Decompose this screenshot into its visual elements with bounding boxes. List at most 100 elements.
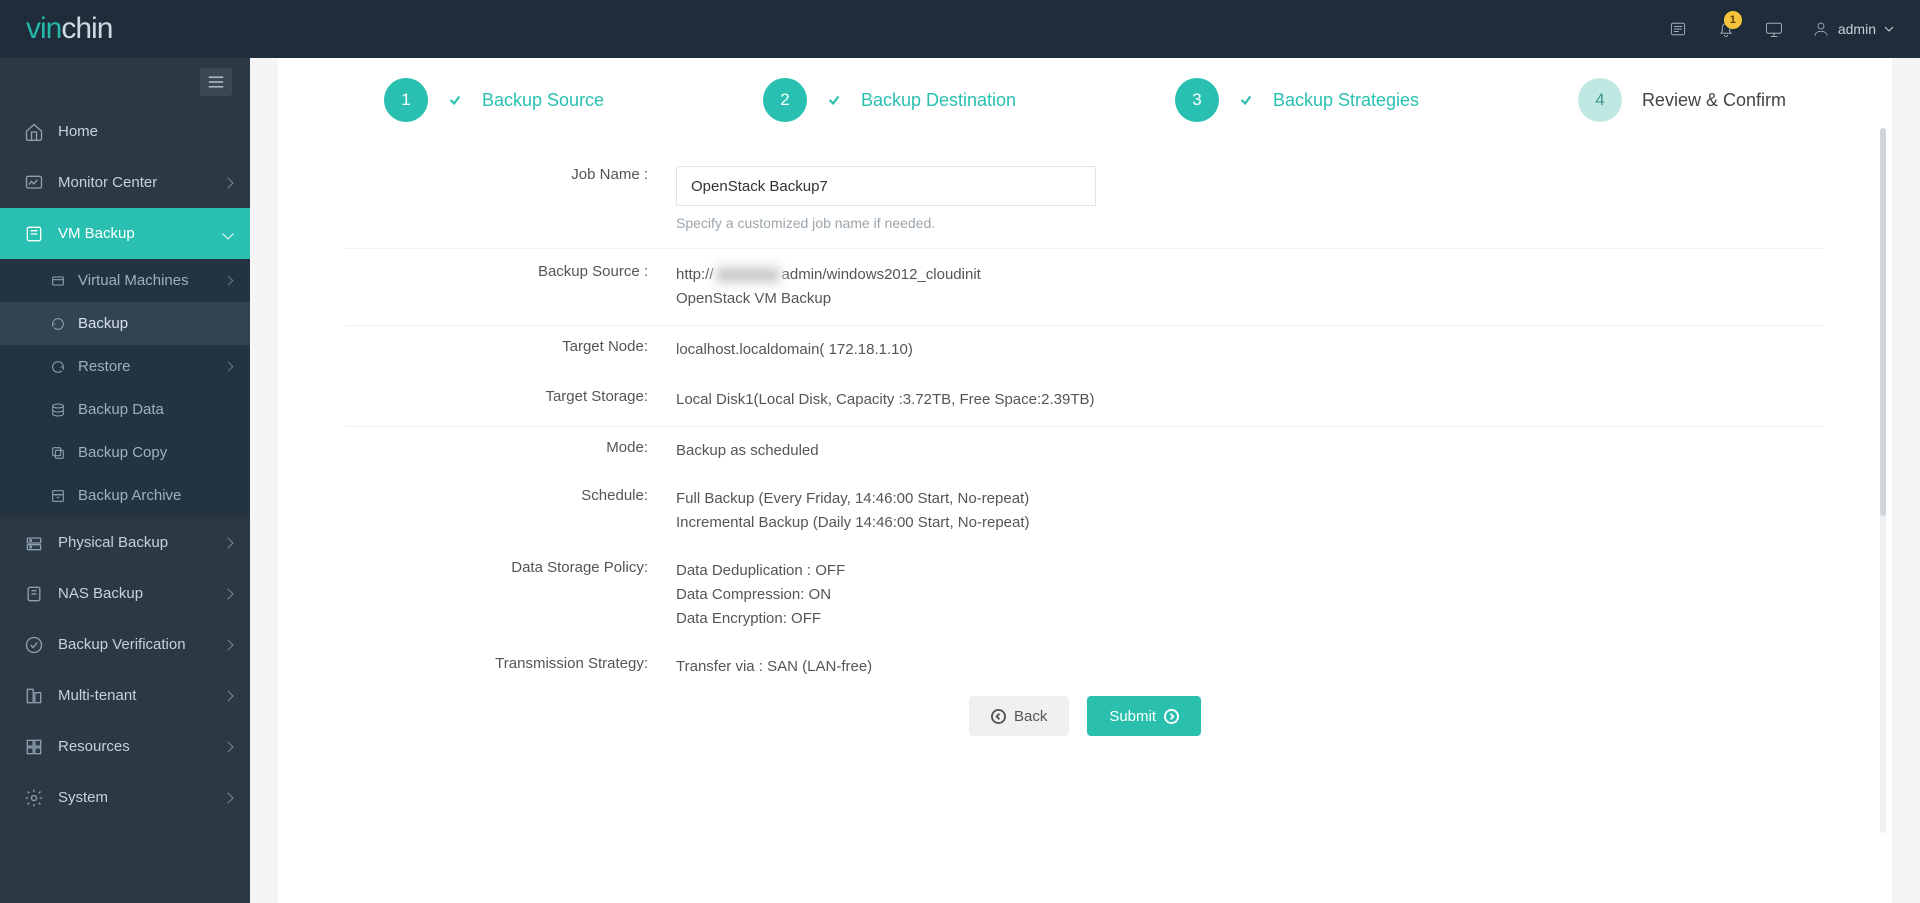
notification-badge: 1	[1724, 11, 1742, 29]
nav-vm-backup[interactable]: VM Backup	[0, 208, 250, 259]
chevron-right-icon	[224, 276, 234, 286]
bs-prefix: http://	[676, 266, 714, 283]
check-icon	[827, 93, 841, 107]
step-3[interactable]: 3 Backup Strategies	[1175, 78, 1419, 122]
job-name-label: Job Name :	[346, 166, 676, 234]
dsp-label: Data Storage Policy:	[346, 559, 676, 631]
nav-backup-verification[interactable]: Backup Verification	[0, 619, 250, 670]
nav-system-label: System	[58, 789, 108, 806]
chevron-right-icon	[222, 690, 233, 701]
dsp-line3: Data Encryption: OFF	[676, 607, 1824, 631]
nav-monitor-center[interactable]: Monitor Center	[0, 157, 250, 208]
target-node-value: localhost.localdomain( 172.18.1.10)	[676, 338, 1824, 362]
brand-logo: vinchin	[26, 12, 112, 46]
sub-backup-copy[interactable]: Backup Copy	[0, 431, 250, 474]
check-icon	[448, 93, 462, 107]
step-4: 4 Review & Confirm	[1578, 78, 1786, 122]
scrollbar-thumb[interactable]	[1880, 128, 1886, 516]
bs-line2: OpenStack VM Backup	[676, 287, 1824, 311]
nav-resources-label: Resources	[58, 738, 130, 755]
notifications-icon[interactable]: 1	[1716, 19, 1736, 39]
main-content: 1 Backup Source 2 Backup Destination 3 B…	[250, 58, 1920, 903]
chevron-right-icon	[224, 362, 234, 372]
sub-backup-archive[interactable]: Backup Archive	[0, 474, 250, 517]
schedule-value: Full Backup (Every Friday, 14:46:00 Star…	[676, 487, 1824, 535]
topbar: vinchin 1 admin	[0, 0, 1920, 58]
step-1[interactable]: 1 Backup Source	[384, 78, 604, 122]
backup-source-value: http://xxxxxxxxadmin/windows2012_cloudin…	[676, 263, 1824, 311]
nav-nas-label: NAS Backup	[58, 585, 143, 602]
target-storage-value: Local Disk1(Local Disk, Capacity :3.72TB…	[676, 388, 1824, 412]
step-1-label: Backup Source	[482, 90, 604, 111]
sub-vm-label: Virtual Machines	[78, 272, 189, 289]
schedule-line1: Full Backup (Every Friday, 14:46:00 Star…	[676, 487, 1824, 511]
nav-multi-tenant[interactable]: Multi-tenant	[0, 670, 250, 721]
step-2-number: 2	[763, 78, 807, 122]
activity-icon[interactable]	[1668, 19, 1688, 39]
sub-backup-data-label: Backup Data	[78, 401, 164, 418]
arrow-left-icon	[991, 709, 1006, 724]
back-button[interactable]: Back	[969, 696, 1069, 736]
topbar-right: 1 admin	[1668, 19, 1894, 39]
sub-backup[interactable]: Backup	[0, 302, 250, 345]
sub-restore-label: Restore	[78, 358, 131, 375]
nav-system[interactable]: System	[0, 772, 250, 823]
submit-label: Submit	[1109, 708, 1156, 725]
sidebar-toggle-button[interactable]	[200, 68, 232, 96]
arrow-right-icon	[1164, 709, 1179, 724]
nav-home-label: Home	[58, 123, 98, 140]
nav-resources[interactable]: Resources	[0, 721, 250, 772]
job-name-input[interactable]	[676, 166, 1096, 206]
nav-monitor-label: Monitor Center	[58, 174, 157, 191]
nav-physical-backup[interactable]: Physical Backup	[0, 517, 250, 568]
step-4-label: Review & Confirm	[1642, 90, 1786, 111]
step-3-number: 3	[1175, 78, 1219, 122]
mode-value: Backup as scheduled	[676, 439, 1824, 463]
sub-backup-archive-label: Backup Archive	[78, 487, 181, 504]
backup-source-label: Backup Source :	[346, 263, 676, 311]
schedule-label: Schedule:	[346, 487, 676, 535]
nav-vm-backup-label: VM Backup	[58, 225, 135, 242]
sub-restore[interactable]: Restore	[0, 345, 250, 388]
user-menu[interactable]: admin	[1812, 20, 1894, 38]
nav-verification-label: Backup Verification	[58, 636, 186, 653]
dsp-line2: Data Compression: ON	[676, 583, 1824, 607]
brand-part1: vin	[26, 12, 61, 45]
submit-button[interactable]: Submit	[1087, 696, 1201, 736]
sub-backup-copy-label: Backup Copy	[78, 444, 167, 461]
scrollbar[interactable]	[1880, 128, 1886, 833]
bs-redacted: xxxxxxxx	[714, 263, 782, 287]
step-4-number: 4	[1578, 78, 1622, 122]
row-target-storage: Target Storage: Local Disk1(Local Disk, …	[346, 374, 1824, 427]
sidebar-top	[0, 58, 250, 106]
transmission-value: Transfer via : SAN (LAN-free)	[676, 655, 1824, 679]
nav-home[interactable]: Home	[0, 106, 250, 157]
wizard-footer: Back Submit	[318, 682, 1852, 758]
review-form: Job Name : Specify a customized job name…	[318, 152, 1852, 692]
username-label: admin	[1838, 21, 1876, 37]
step-2[interactable]: 2 Backup Destination	[763, 78, 1016, 122]
sub-backup-data[interactable]: Backup Data	[0, 388, 250, 431]
dsp-value: Data Deduplication : OFF Data Compressio…	[676, 559, 1824, 631]
sub-virtual-machines[interactable]: Virtual Machines	[0, 259, 250, 302]
chevron-right-icon	[222, 639, 233, 650]
check-icon	[1239, 93, 1253, 107]
sidebar: Home Monitor Center VM Backup Virtual Ma…	[0, 58, 250, 903]
row-schedule: Schedule: Full Backup (Every Friday, 14:…	[346, 475, 1824, 547]
brand-part2: chin	[61, 12, 112, 45]
row-job-name: Job Name : Specify a customized job name…	[346, 152, 1824, 249]
step-3-label: Backup Strategies	[1273, 90, 1419, 111]
row-target-node: Target Node: localhost.localdomain( 172.…	[346, 326, 1824, 374]
step-2-label: Backup Destination	[861, 90, 1016, 111]
job-name-hint: Specify a customized job name if needed.	[676, 212, 1824, 234]
display-icon[interactable]	[1764, 19, 1784, 39]
target-storage-label: Target Storage:	[346, 388, 676, 412]
schedule-line2: Incremental Backup (Daily 14:46:00 Start…	[676, 511, 1824, 535]
transmission-label: Transmission Strategy:	[346, 655, 676, 679]
chevron-right-icon	[222, 741, 233, 752]
wizard-stepper: 1 Backup Source 2 Backup Destination 3 B…	[318, 58, 1852, 152]
chevron-right-icon	[222, 588, 233, 599]
step-1-number: 1	[384, 78, 428, 122]
nav-nas-backup[interactable]: NAS Backup	[0, 568, 250, 619]
mode-label: Mode:	[346, 439, 676, 463]
